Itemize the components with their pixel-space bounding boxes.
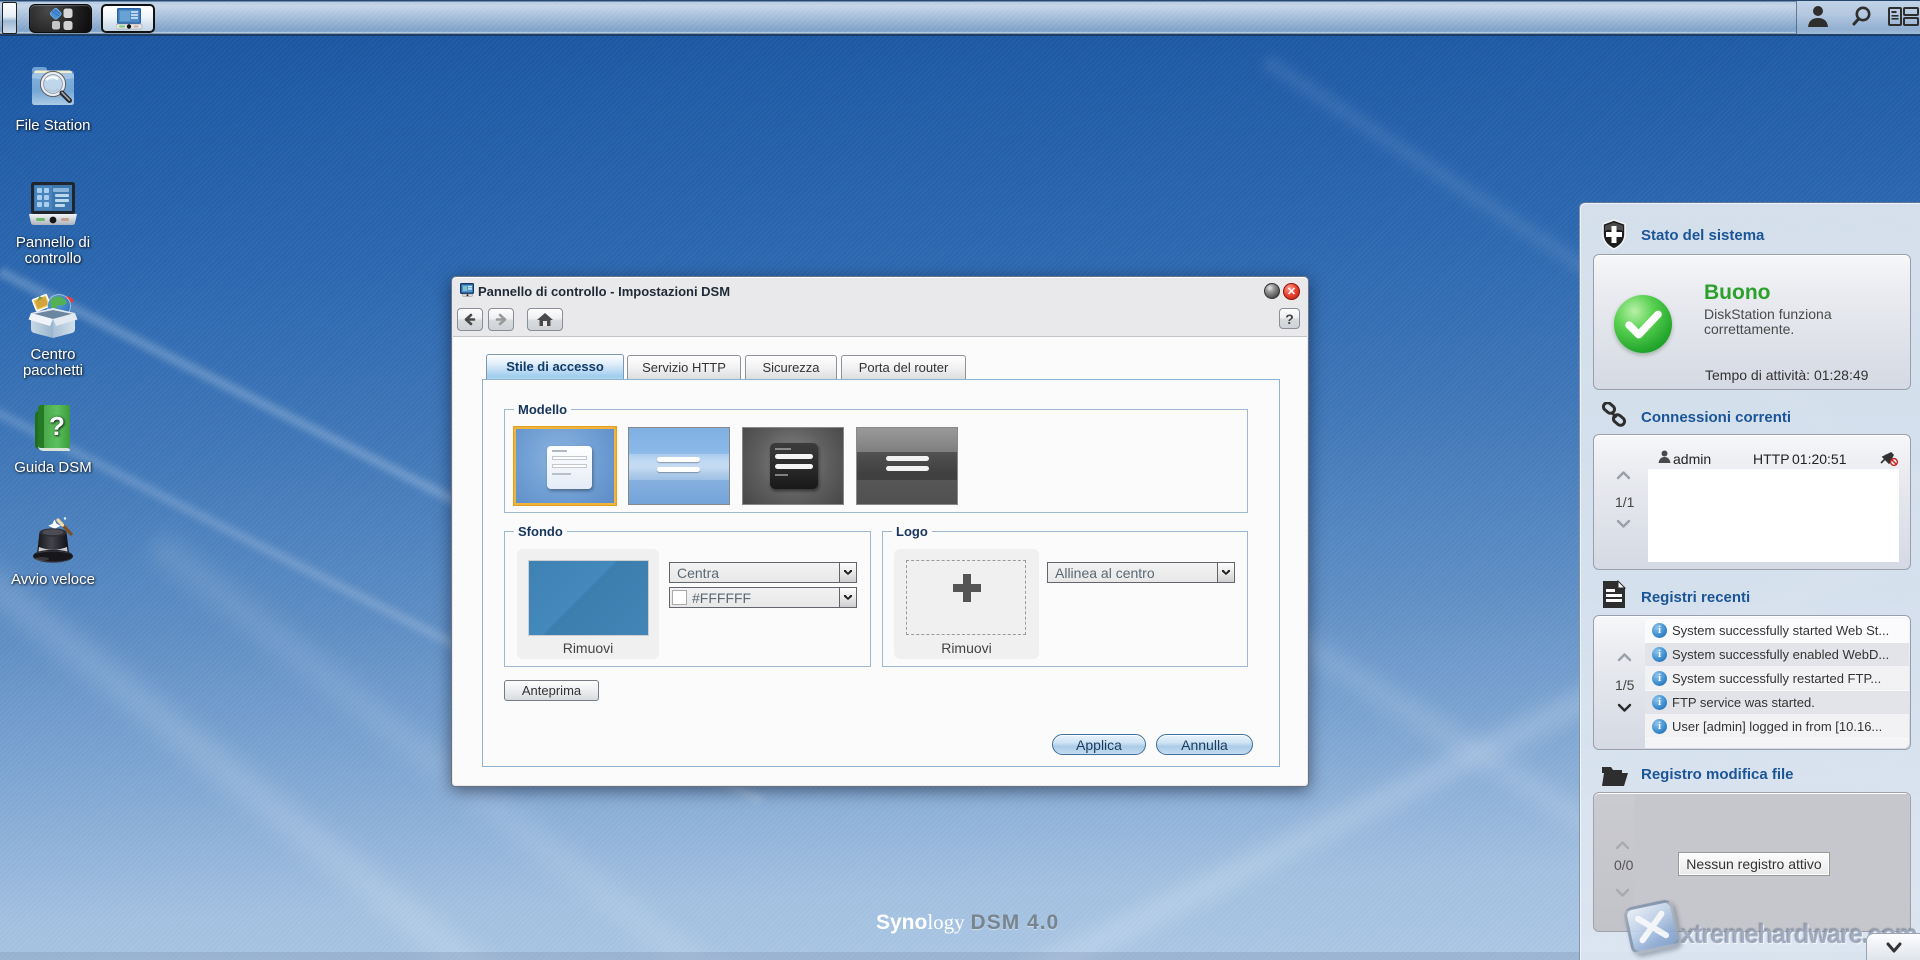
svg-text:?: ?	[49, 411, 65, 441]
